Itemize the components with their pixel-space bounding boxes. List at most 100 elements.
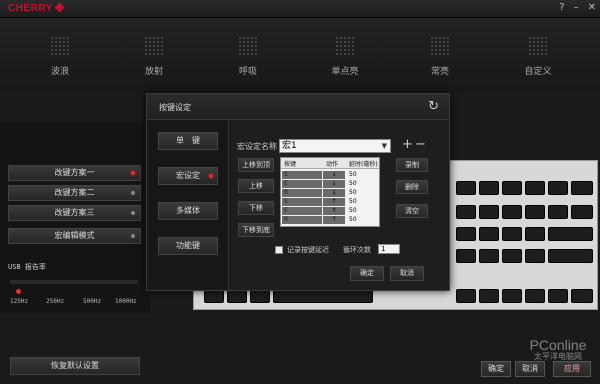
- key[interactable]: [204, 289, 224, 303]
- help-button[interactable]: ?: [559, 2, 564, 13]
- add-macro-button[interactable]: +: [402, 137, 413, 152]
- clear-button[interactable]: 清空: [396, 204, 428, 218]
- dialog-cancel-button[interactable]: 取消: [390, 266, 424, 281]
- table-row[interactable]: R ↑ 50: [281, 216, 379, 224]
- function-key-button[interactable]: 功能键: [158, 237, 218, 255]
- table-row[interactable]: S ↓ 50: [281, 171, 379, 179]
- table-row[interactable]: E ↓ 50: [281, 180, 379, 188]
- mode-label: 放射: [144, 67, 163, 77]
- confirm-button[interactable]: 确定: [481, 361, 511, 377]
- macro-name-select[interactable]: 宏1 ▼: [279, 139, 391, 153]
- key[interactable]: [571, 181, 593, 195]
- key[interactable]: [456, 249, 476, 263]
- key[interactable]: [525, 181, 545, 195]
- key[interactable]: [548, 205, 568, 219]
- key[interactable]: [479, 289, 499, 303]
- table-row[interactable]: S ↑ 50: [281, 198, 379, 206]
- key[interactable]: [479, 227, 499, 241]
- side-label: 单 键: [176, 136, 200, 145]
- key[interactable]: [548, 289, 568, 303]
- key[interactable]: [456, 289, 476, 303]
- single-key-button[interactable]: 单 键: [158, 132, 218, 150]
- mode-custom[interactable]: 自定义: [508, 36, 568, 77]
- key[interactable]: [502, 249, 522, 263]
- cancel-button[interactable]: 取消: [515, 361, 545, 377]
- space-key[interactable]: [273, 289, 373, 303]
- mode-single[interactable]: 单点亮: [315, 36, 375, 77]
- mode-label: 单点亮: [331, 67, 359, 77]
- key[interactable]: [456, 205, 476, 219]
- move-top-button[interactable]: 上移到顶: [238, 158, 274, 172]
- usb-option-1000[interactable]: 1000Hz: [115, 298, 137, 305]
- key[interactable]: [571, 289, 593, 303]
- usb-option-500[interactable]: 500Hz: [83, 298, 101, 305]
- multimedia-button[interactable]: 多媒体: [158, 202, 218, 220]
- cell-key: E: [282, 207, 322, 215]
- key[interactable]: [502, 227, 522, 241]
- move-bottom-button[interactable]: 下移到底: [238, 223, 274, 237]
- always-icon: [430, 36, 450, 56]
- cell-delay: 50: [349, 180, 357, 187]
- record-button[interactable]: 录制: [396, 158, 428, 172]
- mode-always[interactable]: 常亮: [410, 36, 470, 77]
- key[interactable]: [456, 227, 476, 241]
- key[interactable]: [525, 289, 545, 303]
- dialog-sidebar: 单 键 宏设定 多媒体 功能键: [147, 120, 229, 290]
- move-up-button[interactable]: 上移: [238, 179, 274, 193]
- delete-button[interactable]: 删除: [396, 180, 428, 194]
- mode-radiate[interactable]: 放射: [124, 36, 184, 77]
- key[interactable]: [456, 181, 476, 195]
- scheme-1-button[interactable]: 改键方案一: [8, 165, 141, 181]
- record-delay-checkbox[interactable]: [275, 246, 283, 254]
- dialog-confirm-button[interactable]: 确定: [350, 266, 384, 281]
- active-indicator-icon: [131, 171, 135, 175]
- indicator-icon: [131, 211, 135, 215]
- scheme-3-button[interactable]: 改键方案三: [8, 205, 141, 221]
- macro-settings-button[interactable]: 宏设定: [158, 167, 218, 185]
- scheme-2-button[interactable]: 改键方案二: [8, 185, 141, 201]
- cell-delay: 50: [349, 207, 357, 214]
- macro-name-value: 宏1: [282, 141, 297, 151]
- key[interactable]: [479, 205, 499, 219]
- usb-option-250[interactable]: 250Hz: [46, 298, 64, 305]
- usb-rate-slider[interactable]: [10, 280, 138, 284]
- key[interactable]: [525, 249, 545, 263]
- cherry-logo: CHERRY: [8, 2, 65, 14]
- key[interactable]: [502, 181, 522, 195]
- key[interactable]: [479, 181, 499, 195]
- usb-rate-selected-icon[interactable]: [16, 289, 21, 294]
- key[interactable]: [250, 289, 270, 303]
- mode-wave[interactable]: 波浪: [30, 36, 90, 77]
- key[interactable]: [571, 205, 593, 219]
- minimize-button[interactable]: –: [574, 2, 579, 13]
- key[interactable]: [548, 181, 568, 195]
- active-indicator-icon: [209, 174, 213, 178]
- key[interactable]: [479, 249, 499, 263]
- breathe-icon: [238, 36, 258, 56]
- scheme-label: 改键方案一: [54, 168, 95, 177]
- side-label: 功能键: [176, 241, 200, 250]
- title-bar: CHERRY ? – ✕: [0, 0, 600, 18]
- mode-breathe[interactable]: 呼吸: [218, 36, 278, 77]
- key[interactable]: [548, 249, 593, 263]
- cell-key: R: [282, 216, 322, 224]
- key[interactable]: [502, 289, 522, 303]
- apply-button[interactable]: 应用: [553, 361, 591, 377]
- key[interactable]: [227, 289, 247, 303]
- refresh-icon[interactable]: ↻: [428, 99, 439, 114]
- usb-option-125[interactable]: 125Hz: [10, 298, 28, 305]
- table-row[interactable]: E ↑ 50: [281, 207, 379, 215]
- cell-delay: 50: [349, 171, 357, 178]
- key[interactable]: [525, 205, 545, 219]
- loop-count-input[interactable]: 1: [378, 244, 400, 254]
- macro-edit-mode-button[interactable]: 宏编辑模式: [8, 228, 141, 244]
- close-button[interactable]: ✕: [588, 2, 596, 13]
- remove-macro-button[interactable]: −: [415, 137, 426, 152]
- move-down-button[interactable]: 下移: [238, 201, 274, 215]
- custom-icon: [528, 36, 548, 56]
- key[interactable]: [548, 227, 593, 241]
- key[interactable]: [525, 227, 545, 241]
- table-row[interactable]: R ↓ 50: [281, 189, 379, 197]
- key[interactable]: [502, 205, 522, 219]
- restore-defaults-button[interactable]: 恢复默认设置: [10, 357, 140, 375]
